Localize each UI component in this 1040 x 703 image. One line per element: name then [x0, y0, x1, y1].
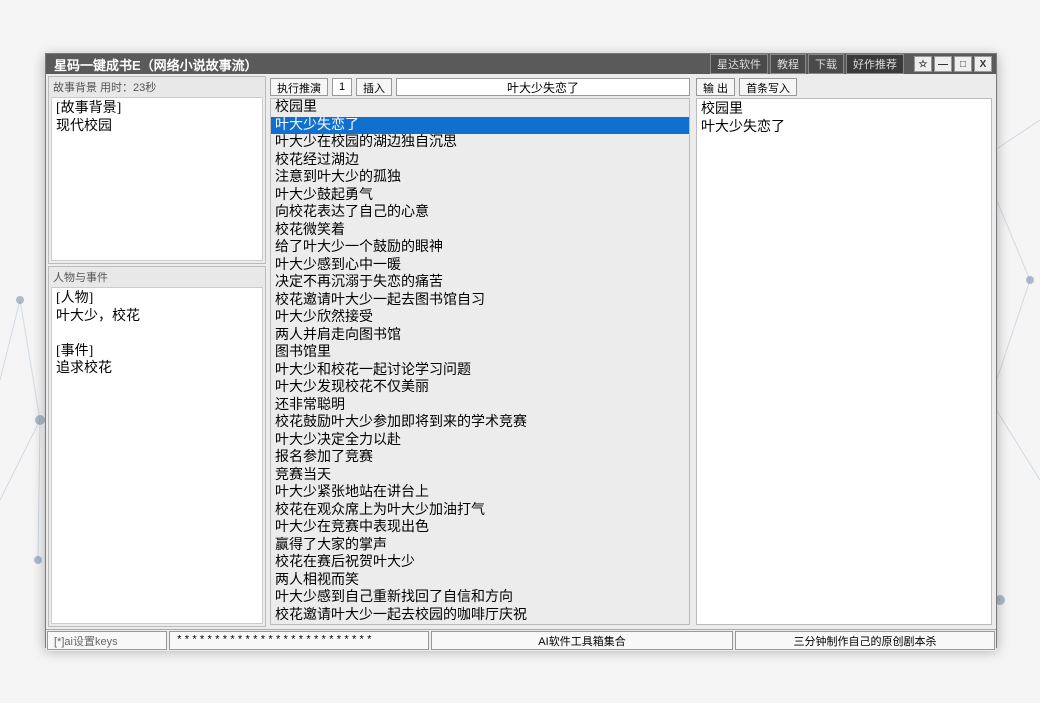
- link-tutorial[interactable]: 教程: [770, 54, 806, 74]
- insert-button[interactable]: 插入: [356, 78, 392, 96]
- story-line-row[interactable]: 校花邀请叶大少一起去校园的咖啡厅庆祝: [271, 607, 689, 625]
- story-line-row[interactable]: 注意到叶大少的孤独: [271, 169, 689, 187]
- characters-events-text[interactable]: [人物] 叶大少，校花 [事件] 追求校花: [51, 287, 263, 624]
- story-line-row[interactable]: 叶大少决定全力以赴: [271, 432, 689, 450]
- middle-column: 执行推演 插入 校园里叶大少失恋了叶大少在校园的湖边独自沉思校花经过湖边注意到叶…: [268, 76, 692, 627]
- pin-button[interactable]: ☆: [914, 56, 932, 72]
- window-controls: ☆ — □ X: [914, 56, 992, 72]
- ai-keys-button[interactable]: [*]ai设置keys: [47, 631, 167, 650]
- footer: [*]ai设置keys ************************** A…: [46, 629, 996, 651]
- make-script-button[interactable]: 三分钟制作自己的原创剧本杀: [735, 631, 995, 650]
- story-line-row[interactable]: 校花经过湖边: [271, 152, 689, 170]
- link-recommend[interactable]: 好作推荐: [846, 54, 904, 74]
- app-window: 星码一键成书E（网络小说故事流） 星达软件 教程 下载 好作推荐 ☆ — □ X…: [45, 53, 997, 648]
- api-key-field[interactable]: **************************: [169, 631, 429, 650]
- output-button[interactable]: 输 出: [696, 78, 735, 96]
- story-line-row[interactable]: 还非常聪明: [271, 397, 689, 415]
- story-line-row[interactable]: 校花鼓励叶大少参加即将到来的学术竞赛: [271, 414, 689, 432]
- story-line-row[interactable]: 校花微笑着: [271, 222, 689, 240]
- story-line-row[interactable]: 叶大少感到心中一暖: [271, 257, 689, 275]
- story-line-row[interactable]: 向校花表达了自己的心意: [271, 204, 689, 222]
- topic-input[interactable]: [396, 78, 690, 96]
- story-line-list[interactable]: 校园里叶大少失恋了叶大少在校园的湖边独自沉思校花经过湖边注意到叶大少的孤独叶大少…: [270, 98, 690, 625]
- minimize-button[interactable]: —: [934, 56, 952, 72]
- story-line-row[interactable]: 叶大少鼓起勇气: [271, 187, 689, 205]
- window-body: 故事背景 用时：23秒 [故事背景] 现代校园 人物与事件 [人物] 叶大少，校…: [46, 74, 996, 651]
- story-line-row[interactable]: 校园里: [271, 99, 689, 117]
- story-line-row[interactable]: 两人相视而笑: [271, 572, 689, 590]
- run-button[interactable]: 执行推演: [270, 78, 328, 96]
- characters-events-panel: 人物与事件 [人物] 叶大少，校花 [事件] 追求校花: [48, 266, 266, 627]
- story-background-panel: 故事背景 用时：23秒 [故事背景] 现代校园: [48, 76, 266, 264]
- write-first-button[interactable]: 首条写入: [739, 78, 797, 96]
- story-line-row[interactable]: 赢得了大家的掌声: [271, 537, 689, 555]
- left-column: 故事背景 用时：23秒 [故事背景] 现代校园 人物与事件 [人物] 叶大少，校…: [48, 76, 266, 627]
- story-line-row[interactable]: 叶大少欣然接受: [271, 309, 689, 327]
- story-line-row[interactable]: 校花邀请叶大少一起去图书馆自习: [271, 292, 689, 310]
- count-input[interactable]: [332, 78, 352, 96]
- story-line-row[interactable]: 叶大少在竞赛中表现出色: [271, 519, 689, 537]
- story-line-row[interactable]: 叶大少紧张地站在讲台上: [271, 484, 689, 502]
- story-background-header: 故事背景 用时：23秒: [49, 77, 265, 97]
- maximize-button[interactable]: □: [954, 56, 972, 72]
- middle-toolbar: 执行推演 插入: [268, 76, 692, 98]
- story-line-row[interactable]: 叶大少在校园的湖边独自沉思: [271, 134, 689, 152]
- story-line-row[interactable]: 叶大少发现校花不仅美丽: [271, 379, 689, 397]
- link-software[interactable]: 星达软件: [710, 54, 768, 74]
- close-button[interactable]: X: [974, 56, 992, 72]
- story-line-row[interactable]: 给了叶大少一个鼓励的眼神: [271, 239, 689, 257]
- link-download[interactable]: 下载: [808, 54, 844, 74]
- right-toolbar: 输 出 首条写入: [694, 76, 994, 98]
- story-line-row[interactable]: 叶大少和校花一起讨论学习问题: [271, 362, 689, 380]
- titlebar: 星码一键成书E（网络小说故事流） 星达软件 教程 下载 好作推荐 ☆ — □ X: [46, 54, 996, 74]
- output-text[interactable]: 校园里 叶大少失恋了: [696, 98, 992, 625]
- story-line-row[interactable]: 两人并肩走向图书馆: [271, 327, 689, 345]
- story-line-row[interactable]: 报名参加了竞赛: [271, 449, 689, 467]
- story-line-row[interactable]: 图书馆里: [271, 344, 689, 362]
- right-column: 输 出 首条写入 校园里 叶大少失恋了: [694, 76, 994, 627]
- story-line-row[interactable]: 叶大少失恋了: [271, 117, 689, 135]
- main-row: 故事背景 用时：23秒 [故事背景] 现代校园 人物与事件 [人物] 叶大少，校…: [46, 74, 996, 629]
- window-title: 星码一键成书E（网络小说故事流）: [54, 55, 710, 74]
- story-line-row[interactable]: 校花在观众席上为叶大少加油打气: [271, 502, 689, 520]
- story-line-row[interactable]: 叶大少感到自己重新找回了自信和方向: [271, 589, 689, 607]
- characters-events-header: 人物与事件: [49, 267, 265, 287]
- ai-toolbox-button[interactable]: AI软件工具箱集合: [431, 631, 733, 650]
- story-background-text[interactable]: [故事背景] 现代校园: [51, 97, 263, 261]
- titlebar-links: 星达软件 教程 下载 好作推荐: [710, 54, 904, 74]
- story-line-row[interactable]: 校花在赛后祝贺叶大少: [271, 554, 689, 572]
- story-line-row[interactable]: 决定不再沉溺于失恋的痛苦: [271, 274, 689, 292]
- story-line-row[interactable]: 竞赛当天: [271, 467, 689, 485]
